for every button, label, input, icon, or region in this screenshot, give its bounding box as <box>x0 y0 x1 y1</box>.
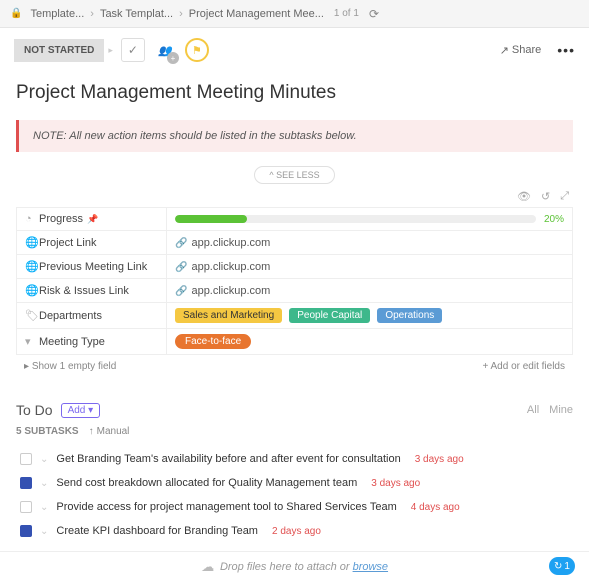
visibility-icon[interactable]: 👁 <box>517 190 531 203</box>
progress-icon: ◔ <box>25 213 39 225</box>
subtask-icon: ⌄ <box>40 478 48 489</box>
pager-label: 1 of 1 <box>334 8 359 19</box>
field-label: Progress <box>39 213 83 225</box>
globe-icon: 🌐 <box>25 260 39 273</box>
breadcrumb-bar: 🔒 Template... › Task Templat... › Projec… <box>0 0 589 28</box>
sort-label: Manual <box>97 426 130 437</box>
task-title[interactable]: Create KPI dashboard for Branding Team <box>56 525 258 537</box>
department-tag[interactable]: People Capital <box>289 308 370 323</box>
drop-text: Drop files here to attach or <box>220 561 350 573</box>
task-checkbox[interactable] <box>20 525 32 537</box>
field-row-progress: ◔Progress 📌 20% <box>17 208 573 231</box>
pin-icon: 📌 <box>87 214 98 224</box>
note-banner: NOTE: All new action items should be lis… <box>16 120 573 152</box>
complete-checkbox[interactable]: ✓ <box>121 38 145 62</box>
chevron-right-icon: › <box>90 8 94 20</box>
cloud-upload-icon: ☁ <box>201 559 214 575</box>
assignee-button[interactable]: 👥 + <box>153 38 177 62</box>
task-row[interactable]: ⌄ Create KPI dashboard for Branding Team… <box>16 519 573 543</box>
field-row-meeting-type: ▾Meeting Type Face-to-face <box>17 329 573 355</box>
breadcrumb-item[interactable]: Template... <box>30 8 84 20</box>
subtask-icon: ⌄ <box>40 454 48 465</box>
task-row[interactable]: ⌄ Get Branding Team's availability befor… <box>16 447 573 471</box>
status-button[interactable]: NOT STARTED <box>14 39 104 62</box>
progress-percent: 20% <box>544 214 564 225</box>
subtask-icon: ⌄ <box>40 526 48 537</box>
see-less-button[interactable]: ^ SEE LESS <box>254 166 334 184</box>
task-checkbox[interactable] <box>20 453 32 465</box>
filter-all[interactable]: All <box>527 404 539 416</box>
custom-fields-table: ◔Progress📌 20% 🌐Project Link 🔗app.clicku… <box>16 207 573 355</box>
field-row-risk-issues-link: 🌐Risk & Issues Link 🔗 app.clickup.com <box>17 279 573 303</box>
share-label: Share <box>512 44 541 56</box>
priority-flag-button[interactable]: ⚑ <box>185 38 209 62</box>
task-due: 3 days ago <box>415 454 464 465</box>
subtask-count: 5 SUBTASKS <box>16 426 79 437</box>
department-tag[interactable]: Operations <box>377 308 442 323</box>
sync-icon: ↻ <box>554 561 562 572</box>
tag-icon: 🏷 <box>25 309 39 322</box>
field-row-departments: 🏷Departments Sales and Marketing People … <box>17 303 573 329</box>
field-value[interactable]: app.clickup.com <box>191 237 270 249</box>
show-empty-fields-button[interactable]: ▸ Show 1 empty field <box>24 361 116 372</box>
add-edit-fields-button[interactable]: + Add or edit fields <box>482 361 565 372</box>
history-icon[interactable]: ↺ <box>541 190 550 203</box>
todo-heading: To Do <box>16 402 53 418</box>
add-subtask-button[interactable]: Add ▾ <box>61 403 101 418</box>
more-menu-icon[interactable]: ••• <box>557 42 575 58</box>
sort-icon: ↑ <box>89 426 94 437</box>
link-icon: 🔗 <box>175 262 187 273</box>
field-row-prev-meeting-link: 🌐Previous Meeting Link 🔗 app.clickup.com <box>17 255 573 279</box>
link-icon: 🔗 <box>175 286 187 297</box>
task-due: 4 days ago <box>411 502 460 513</box>
breadcrumb-item[interactable]: Project Management Mee... <box>189 8 324 20</box>
field-label: Meeting Type <box>39 336 105 348</box>
page-title[interactable]: Project Management Meeting Minutes <box>16 82 573 104</box>
task-due: 3 days ago <box>371 478 420 489</box>
field-label: Project Link <box>39 237 96 249</box>
progress-bar[interactable]: 20% <box>175 214 564 225</box>
link-icon: 🔗 <box>175 238 187 249</box>
filter-mine[interactable]: Mine <box>549 404 573 416</box>
add-badge-icon: + <box>167 52 179 64</box>
task-row[interactable]: ⌄ Send cost breakdown allocated for Qual… <box>16 471 573 495</box>
task-checkbox[interactable] <box>20 477 32 489</box>
field-label: Previous Meeting Link <box>39 261 147 273</box>
field-row-project-link: 🌐Project Link 🔗 app.clickup.com <box>17 231 573 255</box>
fab-count: 1 <box>564 561 570 572</box>
meeting-type-tag[interactable]: Face-to-face <box>175 334 251 349</box>
dropdown-icon: ▾ <box>25 335 39 348</box>
field-value[interactable]: app.clickup.com <box>191 285 270 297</box>
task-title[interactable]: Send cost breakdown allocated for Qualit… <box>56 477 357 489</box>
share-button[interactable]: ↗ Share <box>500 44 542 57</box>
subtask-icon: ⌄ <box>40 502 48 513</box>
task-title[interactable]: Get Branding Team's availability before … <box>56 453 400 465</box>
globe-icon: 🌐 <box>25 284 39 297</box>
share-icon: ↗ <box>500 44 509 57</box>
lock-icon: 🔒 <box>10 8 22 19</box>
task-row[interactable]: ⌄ Provide access for project management … <box>16 495 573 519</box>
task-due: 2 days ago <box>272 526 321 537</box>
globe-icon: 🌐 <box>25 236 39 249</box>
refresh-icon[interactable]: ⟳ <box>369 7 379 21</box>
action-row: NOT STARTED ▸ ✓ 👥 + ⚑ ↗ Share ••• <box>0 28 589 72</box>
department-tag[interactable]: Sales and Marketing <box>175 308 282 323</box>
task-checkbox[interactable] <box>20 501 32 513</box>
browse-link[interactable]: browse <box>353 561 388 573</box>
field-label: Departments <box>39 310 102 322</box>
breadcrumb-item[interactable]: Task Templat... <box>100 8 173 20</box>
expand-icon[interactable]: ⤢ <box>560 190 569 203</box>
drop-files-bar[interactable]: ☁ Drop files here to attach or browse <box>0 551 589 581</box>
status-next-icon[interactable]: ▸ <box>108 45 113 56</box>
notifications-fab[interactable]: ↻ 1 <box>549 557 575 575</box>
field-value[interactable]: app.clickup.com <box>191 261 270 273</box>
sort-manual-button[interactable]: ↑ Manual <box>89 426 130 437</box>
task-title[interactable]: Provide access for project management to… <box>56 501 396 513</box>
chevron-right-icon: › <box>179 8 183 20</box>
field-label: Risk & Issues Link <box>39 285 129 297</box>
